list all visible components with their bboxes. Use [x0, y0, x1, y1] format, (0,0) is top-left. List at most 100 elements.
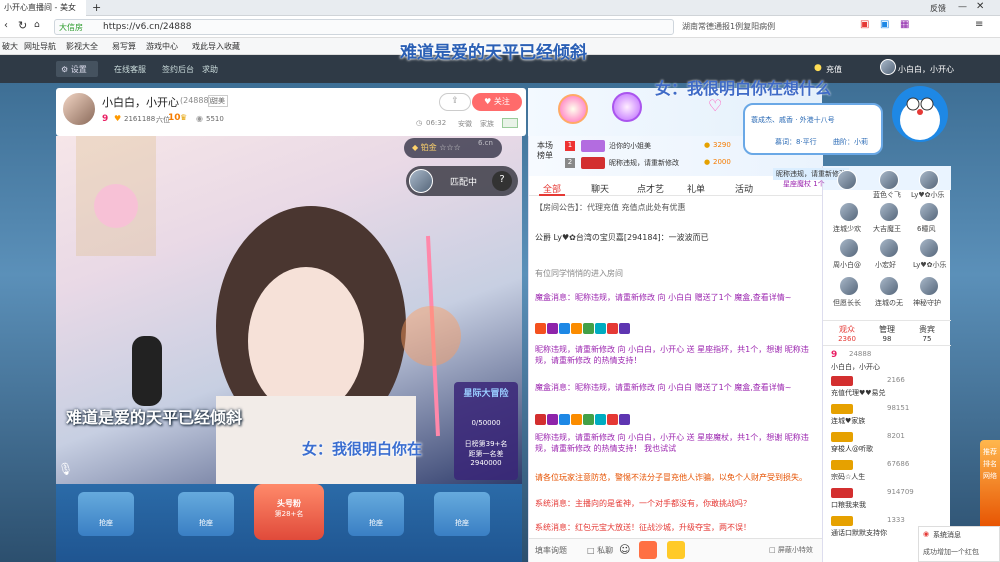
viewer-name: 神秘守护 — [913, 299, 941, 307]
rich-level: 10 — [168, 113, 181, 123]
viewer-name: 连城少欢 — [833, 225, 861, 233]
system-popup[interactable]: ◉ 系统消息 成功增加一个红包 — [918, 526, 1000, 562]
viewer-avatar[interactable] — [919, 170, 939, 190]
viewer-avatar[interactable] — [919, 202, 939, 222]
browser-tab[interactable]: 小开心直播间 - 美女 — [0, 0, 86, 16]
viewer-name: 连城の无 — [875, 299, 903, 307]
noble-badge — [831, 376, 853, 386]
follow-button[interactable]: ♥ 关注 — [472, 93, 522, 111]
seat-5[interactable]: 抢座 — [434, 492, 490, 536]
bookmark-item[interactable]: 网址导航 — [24, 41, 56, 52]
settings-button[interactable]: ⚙ 设置 — [56, 61, 98, 77]
viewer-avatar[interactable] — [919, 238, 939, 258]
event-gap: 距第一名差 — [468, 450, 504, 458]
event-progress: 0/50000 — [471, 419, 501, 427]
viewer-avatar[interactable] — [879, 238, 899, 258]
viewer-avatar[interactable] — [879, 170, 899, 190]
header-username[interactable]: 小白白，小开心 — [898, 64, 954, 75]
url-input[interactable]: 大信房 https://v6.cn/24888 — [54, 19, 674, 35]
tab-activity[interactable]: 活动 — [735, 182, 753, 195]
anchor-avatar[interactable] — [62, 92, 96, 126]
mic-icon[interactable]: 🎙 — [58, 462, 73, 476]
tab-admin[interactable]: 管理 98 — [869, 324, 905, 343]
lucky-icon[interactable] — [667, 541, 685, 559]
viewer-avatar[interactable] — [879, 202, 899, 222]
rank-name-2[interactable]: 昵称违规，请重新修改 — [609, 158, 679, 168]
seat-4[interactable]: 抢座 — [348, 492, 404, 536]
viewer-avatar[interactable] — [919, 276, 939, 296]
coin-icon: ● — [814, 63, 822, 73]
news-hint[interactable]: 湖南常德通报1例复阳病例 — [682, 21, 775, 32]
side-tab[interactable]: 推荐 — [980, 446, 1000, 458]
anchor-place: 安徽 — [458, 120, 472, 128]
noble-badge — [831, 404, 853, 414]
bookmark-item[interactable]: 破大 — [2, 41, 18, 52]
tab-talent[interactable]: 点才艺 — [637, 182, 664, 195]
chat-message: 有位同学悄悄的进入房间 — [535, 269, 623, 278]
tab-chat[interactable]: 聊天 — [591, 182, 609, 195]
viewer-avatar[interactable] — [839, 238, 859, 258]
gift-badge-pink[interactable] — [558, 94, 588, 124]
close-window-icon[interactable]: ✕ — [976, 1, 984, 12]
anchor-info: 小白白，小开心 (24888) 甜美 9 ♥ 2161188 六位 10 ♛ ◉… — [56, 88, 526, 136]
gift-badge-purple[interactable] — [612, 92, 642, 122]
back-icon[interactable]: ‹ — [4, 20, 8, 31]
tab-audience[interactable]: 观众 2360 — [829, 324, 865, 343]
video-player[interactable]: ◆ 铂金 ☆☆☆ 6.cn 匹配中 ? 星际大冒险 0/50000 日榜第39+… — [56, 136, 522, 484]
history-icon[interactable]: ⌂ — [34, 20, 40, 30]
crown-icon: ♛ — [180, 113, 188, 122]
emoji-icon[interactable]: ☺ — [619, 543, 630, 556]
viewer-name: Ly♥✿小乐 — [913, 261, 947, 269]
bookmark-item[interactable]: 游戏中心 — [146, 41, 178, 52]
audience-row[interactable]: 2166 充值代理♥♥易兑 — [831, 376, 949, 402]
side-tab[interactable]: 排名 — [980, 458, 1000, 470]
header-avatar[interactable] — [880, 59, 896, 75]
bookmark-item[interactable]: 戏此导入收藏 — [192, 41, 240, 52]
nav-help[interactable]: 求助 — [202, 64, 218, 75]
audience-row[interactable]: 67686 宗码☆人生 — [831, 460, 949, 486]
reload-icon[interactable]: ↻ — [18, 19, 27, 32]
top-fan-seat[interactable]: 头号粉 第28+名 — [254, 484, 324, 540]
new-tab-icon[interactable]: + — [92, 1, 101, 14]
side-tab[interactable]: 网络 — [980, 470, 1000, 482]
recharge-link[interactable]: 充值 — [826, 64, 842, 75]
toolbar-icon-blue[interactable]: ▣ — [880, 19, 889, 30]
viewer-avatar[interactable] — [879, 276, 899, 296]
seat-2[interactable]: 抢座 — [178, 492, 234, 536]
gift-icon-row — [535, 323, 631, 334]
seat-1[interactable]: 抢座 — [78, 492, 134, 536]
feedback-link[interactable]: 反馈 — [930, 3, 946, 14]
side-tab-strip[interactable]: 推荐 排名 网络 — [980, 440, 1000, 530]
audience-row[interactable]: 8201 穿梭人@听歌 — [831, 432, 949, 458]
viewer-avatar[interactable] — [837, 170, 857, 190]
row-num: 67686 — [887, 460, 910, 468]
rank-name-1[interactable]: 沿你的小姐美 — [609, 141, 651, 151]
audience-row[interactable]: 9 24888 小白白，小开心 — [831, 350, 949, 376]
share-button[interactable]: ⇪ — [439, 93, 471, 111]
viewer-avatar[interactable] — [839, 276, 859, 296]
nav-service[interactable]: 在线客服 — [114, 64, 146, 75]
tab-count: 98 — [882, 335, 892, 343]
toolbar-icon-red[interactable]: ▣ — [860, 19, 869, 30]
audience-row[interactable]: 914709 口粮我来我 — [831, 488, 949, 514]
nav-backend[interactable]: 签约后台 — [162, 64, 194, 75]
tab-gifts[interactable]: 礼单 — [687, 182, 705, 195]
tab-vip[interactable]: 贵宾 75 — [909, 324, 945, 343]
red-packet-icon[interactable] — [639, 541, 657, 559]
followers-count: 2161188 — [124, 115, 156, 123]
viewer-avatar[interactable] — [839, 202, 859, 222]
menu-icon[interactable]: ≡ — [975, 19, 983, 30]
private-checkbox[interactable]: □ 私聊 — [587, 545, 613, 556]
audience-row[interactable]: 98151 连城♥家族 — [831, 404, 949, 430]
pk-match-box[interactable]: 匹配中 ? — [406, 166, 518, 196]
minimize-icon[interactable]: — — [958, 2, 967, 12]
bookmark-item[interactable]: 影视大全 — [66, 41, 98, 52]
bookmark-item[interactable]: 易写算 — [112, 41, 136, 52]
chat-input-placeholder[interactable]: 填率询题 — [535, 545, 567, 556]
coin-small-icon: ◉ — [196, 114, 203, 123]
help-icon[interactable]: ? — [492, 171, 512, 191]
toolbar-icon-purple[interactable]: ▦ — [900, 19, 909, 30]
event-widget[interactable]: 星际大冒险 0/50000 日榜第39+名 距第一名差 2940000 — [454, 382, 518, 480]
block-effect-toggle[interactable]: □ 屏蔽小特效 — [769, 545, 813, 555]
viewer-tabs: 观众 2360 管理 98 贵宾 75 — [823, 320, 951, 346]
